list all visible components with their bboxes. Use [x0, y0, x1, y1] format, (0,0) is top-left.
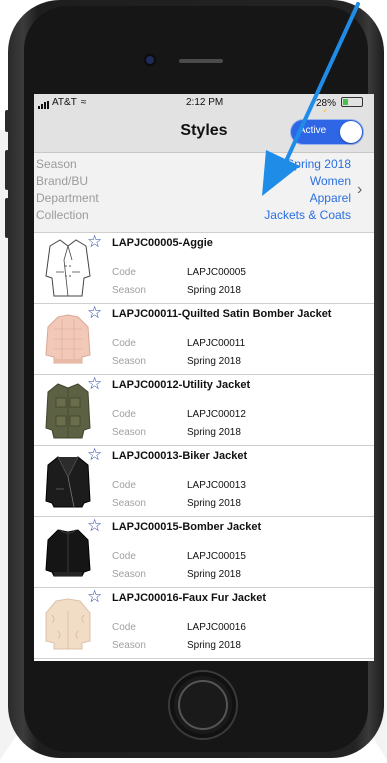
filter-panel[interactable]: Season Spring 2018 Brand/BU Women Depart… — [34, 153, 374, 233]
filter-collection: Collection Jackets & Coats — [34, 208, 374, 225]
favorite-star-icon[interactable]: ☆ — [87, 516, 102, 536]
filter-label: Brand/BU — [36, 174, 89, 188]
season-label: Season — [112, 285, 146, 296]
style-title: LAPJC00011-Quilted Satin Bomber Jacket — [112, 308, 332, 320]
list-item[interactable]: ☆ LAPJC00011-Quilted Satin Bomber Jacket… — [34, 303, 374, 375]
code-label: Code — [112, 338, 136, 349]
favorite-star-icon[interactable]: ☆ — [87, 232, 102, 252]
favorite-star-icon[interactable]: ☆ — [87, 587, 102, 607]
favorite-star-icon[interactable]: ☆ — [87, 374, 102, 394]
filter-brand: Brand/BU Women — [34, 174, 374, 191]
code-label: Code — [112, 622, 136, 633]
season-label: Season — [112, 569, 146, 580]
season-value: Spring 2018 — [187, 356, 241, 367]
code-label: Code — [112, 480, 136, 491]
app-screen: AT&T≈ 2:12 PM 28% ⚡ Styles Active Season… — [34, 94, 374, 661]
style-title: LAPJC00013-Biker Jacket — [112, 450, 248, 462]
list-item[interactable]: ☆ LAPJC00005-Aggie Code LAPJC00005 Seaso… — [34, 232, 374, 304]
season-value: Spring 2018 — [187, 569, 241, 580]
code-value: LAPJC00011 — [187, 338, 246, 349]
clock: 2:12 PM — [186, 97, 224, 108]
list-item[interactable]: ☆ LAPJC00013-Biker Jacket Code LAPJC0001… — [34, 445, 374, 517]
active-toggle[interactable]: Active — [290, 119, 364, 145]
filter-label: Collection — [36, 208, 89, 222]
filter-label: Department — [36, 191, 99, 205]
home-button[interactable] — [170, 672, 236, 738]
mute-switch — [5, 110, 9, 132]
filter-value: Apparel — [309, 191, 351, 205]
nav-bar: Styles Active — [34, 112, 374, 153]
volume-up-button — [5, 150, 9, 190]
signal-icon — [38, 98, 50, 109]
season-label: Season — [112, 498, 146, 509]
code-value: LAPJC00015 — [187, 551, 246, 562]
battery-icon — [340, 97, 363, 107]
style-title: LAPJC00015-Bomber Jacket — [112, 521, 262, 533]
season-label: Season — [112, 427, 146, 438]
list-item[interactable]: ☆ LAPJC00012-Utility Jacket Code LAPJC00… — [34, 374, 374, 446]
season-value: Spring 2018 — [187, 285, 241, 296]
season-value: Spring 2018 — [187, 640, 241, 651]
filter-label: Season — [36, 157, 77, 171]
toggle-knob — [340, 121, 362, 143]
code-label: Code — [112, 267, 136, 278]
filter-value: Spring 2018 — [286, 157, 351, 171]
code-value: LAPJC00012 — [187, 409, 246, 420]
carrier-label: AT&T — [52, 97, 77, 108]
season-value: Spring 2018 — [187, 498, 241, 509]
chevron-right-icon: › — [357, 181, 363, 198]
code-value: LAPJC00013 — [187, 480, 246, 491]
filter-season: Season Spring 2018 — [34, 157, 374, 174]
code-label: Code — [112, 551, 136, 562]
list-item[interactable]: ☆ LAPJC00015-Bomber Jacket Code LAPJC000… — [34, 516, 374, 588]
code-label: Code — [112, 409, 136, 420]
code-value: LAPJC00016 — [187, 622, 246, 633]
season-label: Season — [112, 356, 146, 367]
wifi-icon: ≈ — [80, 97, 87, 108]
battery-percent: 28% — [316, 98, 337, 109]
front-camera — [146, 56, 154, 64]
status-bar: AT&T≈ 2:12 PM 28% ⚡ — [34, 94, 374, 119]
style-title: LAPJC00016-Faux Fur Jacket — [112, 592, 267, 604]
favorite-star-icon[interactable]: ☆ — [87, 303, 102, 323]
style-list: ☆ LAPJC00005-Aggie Code LAPJC00005 Seaso… — [34, 232, 374, 659]
season-label: Season — [112, 640, 146, 651]
volume-down-button — [5, 198, 9, 238]
style-title: LAPJC00012-Utility Jacket — [112, 379, 251, 391]
carrier: AT&T ≈ — [38, 97, 86, 109]
filter-department: Department Apparel — [34, 191, 374, 208]
toggle-label: Active — [299, 125, 327, 136]
list-item[interactable]: ☆ LAPJC00016-Faux Fur Jacket Code LAPJC0… — [34, 587, 374, 659]
filter-value: Jackets & Coats — [264, 208, 351, 222]
code-value: LAPJC00005 — [187, 267, 246, 278]
favorite-star-icon[interactable]: ☆ — [87, 445, 102, 465]
earpiece-speaker — [179, 59, 223, 63]
style-title: LAPJC00005-Aggie — [112, 237, 213, 249]
filter-value: Women — [309, 174, 351, 188]
season-value: Spring 2018 — [187, 427, 241, 438]
